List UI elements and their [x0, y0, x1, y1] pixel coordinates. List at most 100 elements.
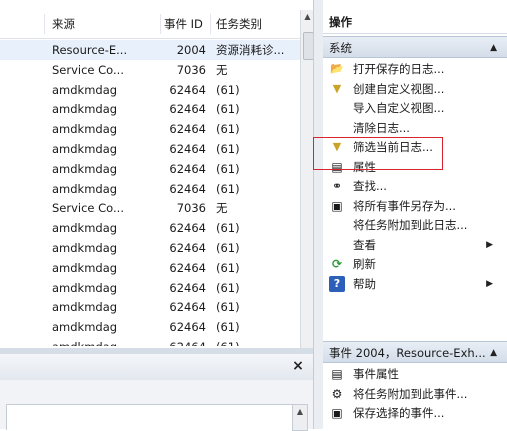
action-item[interactable]: 清除日志... [323, 118, 507, 138]
action-item[interactable]: ⚭ 查找... [323, 176, 507, 196]
action-label: 筛选当前日志... [353, 140, 433, 154]
action-item[interactable]: ⚙ 将任务附加到此事件... [323, 384, 507, 404]
action-item[interactable]: 📂 打开保存的日志... [323, 59, 507, 79]
cell-event-id: 7036 [176, 201, 206, 216]
action-item[interactable]: ? 帮助 ▶ [323, 274, 507, 294]
column-header-source[interactable]: 来源 [52, 10, 75, 38]
cell-category: (61) [216, 300, 240, 315]
column-separator [160, 14, 161, 34]
close-icon[interactable]: × [290, 358, 306, 374]
table-row[interactable]: amdkmdag62464(61) [0, 179, 300, 199]
table-row[interactable]: Service Co... 7036 无 [0, 60, 300, 80]
action-label: 查找... [353, 179, 387, 193]
cell-category: (61) [216, 82, 240, 97]
cell-event-id: 62464 [169, 300, 206, 315]
action-item[interactable]: ▼ 筛选当前日志... [323, 137, 507, 157]
action-item[interactable]: ⟳ 刷新 [323, 254, 507, 274]
filter-icon: ▼ [332, 140, 342, 153]
cell-source: amdkmdag [52, 320, 118, 335]
action-item[interactable]: 查看 ▶ [323, 235, 507, 255]
cell-source: amdkmdag [52, 280, 118, 295]
cell-category: (61) [216, 260, 240, 275]
action-label: 属性 [353, 159, 376, 174]
action-item[interactable]: 将任务附加到此日志... [323, 215, 507, 235]
actions-pane: 操作 系统 ▲ 📂 打开保存的日志... ▼ 创建自定义视图... 导入自定义视图...… [323, 0, 507, 429]
cell-source: amdkmdag [52, 161, 118, 176]
action-item[interactable]: ▼ 创建自定义视图... [323, 79, 507, 99]
table-row[interactable]: amdkmdag 62464 (61) [0, 99, 300, 119]
event-rows: Resource-E... 2004 资源消耗诊... Service Co... 70… [0, 40, 300, 346]
action-label: 保存选择的事件... [353, 406, 445, 420]
action-label: 导入自定义视图... [353, 101, 445, 115]
detail-scroll-up-arrow-icon[interactable]: ▲ [292, 404, 308, 431]
section-system[interactable]: 系统 ▲ [323, 36, 507, 58]
action-label: 将任务附加到此事件... [353, 386, 468, 401]
refresh-icon: ⟳ [331, 257, 343, 271]
table-row[interactable]: amdkmdag 62464 (61) [0, 258, 300, 278]
cell-event-id: 62464 [169, 241, 206, 255]
cell-category: 无 [216, 201, 228, 216]
table-row[interactable]: amdkmdag62464(61) [0, 297, 300, 317]
table-row[interactable]: amdkmdag62464(61) [0, 139, 300, 159]
cell-event-id: 62464 [169, 260, 206, 275]
cell-category: (61) [216, 161, 240, 176]
folder-open-icon: 📂 [330, 62, 344, 75]
column-header-category[interactable]: 任务类别 [216, 10, 262, 38]
table-row[interactable]: amdkmdag62464(61) [0, 218, 300, 238]
action-item[interactable]: 导入自定义视图... [323, 98, 507, 118]
cell-source: Service Co... [52, 62, 124, 77]
table-row[interactable]: Service Co... 7036 无 [0, 198, 300, 218]
section-event-label: 事件 2004，Resource-Exh... [329, 346, 486, 360]
table-row[interactable]: amdkmdag 62464 (61) [0, 278, 300, 298]
cell-source: amdkmdag [52, 142, 118, 156]
event-detail-body: ▲ [0, 380, 313, 431]
table-row[interactable]: amdkmdag62464(61) [0, 238, 300, 258]
table-row[interactable]: Resource-E... 2004 资源消耗诊... [0, 40, 300, 60]
cell-source: amdkmdag [52, 102, 118, 117]
properties-icon: ▤ [331, 367, 343, 381]
cell-event-id: 7036 [176, 62, 206, 77]
cell-source: amdkmdag [52, 181, 118, 196]
event-detail-tab[interactable] [6, 404, 294, 430]
cell-source: amdkmdag [52, 260, 118, 275]
column-header-event-id[interactable]: 事件 ID [164, 10, 203, 38]
cell-source: amdkmdag [52, 241, 118, 255]
cell-category: (61) [216, 280, 240, 295]
column-separator [210, 14, 211, 34]
cell-event-id: 62464 [169, 102, 206, 117]
table-row[interactable]: amdkmdag62464(61) [0, 337, 300, 346]
event-detail-header: × [0, 354, 313, 381]
cell-category: (61) [216, 142, 240, 156]
task-icon: ⚙ [331, 386, 343, 401]
event-list-header: 来源 事件 ID 任务类别 [0, 10, 300, 39]
table-row[interactable]: amdkmdag62464(61) [0, 159, 300, 179]
action-label: 创建自定义视图... [353, 81, 445, 96]
cell-event-id: 2004 [176, 43, 206, 57]
action-item[interactable]: ▤ 事件属性 [323, 364, 507, 384]
cell-category: (61) [216, 102, 240, 117]
table-row[interactable]: amdkmdag62464(61) [0, 317, 300, 337]
action-item[interactable]: ▤ 属性 [323, 157, 507, 177]
cell-category: (61) [216, 221, 240, 236]
collapse-chevron-icon[interactable]: ▲ [490, 37, 497, 57]
cell-category: (61) [216, 337, 300, 346]
action-label: 将所有事件另存为... [353, 198, 456, 213]
submenu-arrow-icon: ▶ [486, 278, 493, 289]
table-row[interactable]: amdkmdag62464(61) [0, 119, 300, 139]
cell-event-id: 62464 [169, 221, 206, 236]
collapse-chevron-icon[interactable]: ▲ [490, 342, 497, 362]
cell-source: Service Co... [52, 201, 124, 216]
cell-category: (61) [216, 181, 240, 196]
cell-source: Resource-E... [52, 43, 128, 57]
action-label: 事件属性 [353, 367, 399, 381]
vertical-scrollbar[interactable]: ▲ [300, 10, 314, 348]
actions-title: 操作 [323, 10, 507, 34]
cell-event-id: 62464 [150, 337, 206, 346]
action-item[interactable]: ▣ 将所有事件另存为... [323, 196, 507, 216]
action-item[interactable]: ▣ 保存选择的事件... [323, 403, 507, 423]
table-row[interactable]: amdkmdag62464(61) [0, 80, 300, 100]
section-event[interactable]: 事件 2004，Resource-Exh... ▲ [323, 341, 507, 363]
cell-event-id: 62464 [169, 280, 206, 295]
action-label: 刷新 [353, 257, 376, 271]
cell-source: amdkmdag [52, 82, 118, 97]
